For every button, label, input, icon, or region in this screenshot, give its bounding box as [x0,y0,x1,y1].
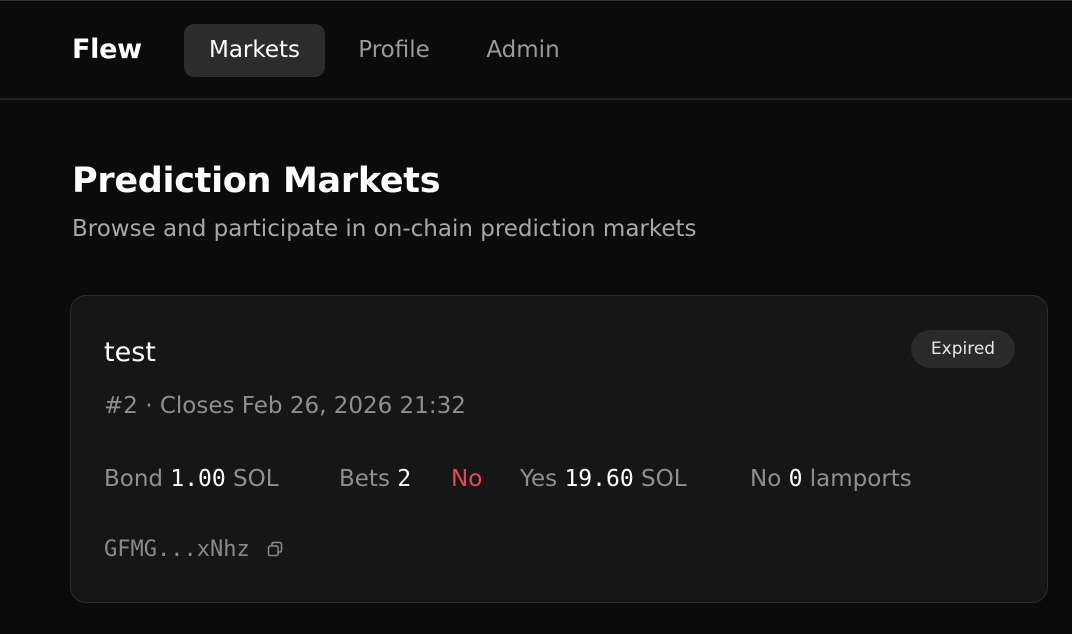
market-meta: #2 · Closes Feb 26, 2026 21:32 [104,393,466,419]
brand-logo[interactable]: Flew [72,31,142,69]
bond-label: Bond [104,466,164,492]
app-page: Flew Markets Profile Admin Prediction Ma… [0,0,1072,634]
stat-bets: Bets 2 [339,462,411,496]
no-unit: lamports [809,466,912,492]
copy-icon-glyph [267,541,283,557]
stat-bond: Bond 1.00 SOL [104,462,279,496]
nav-item-profile[interactable]: Profile [338,24,450,77]
market-title: test [104,337,156,368]
bets-value: 2 [397,466,412,492]
bets-label: Bets [339,466,390,492]
top-navbar: Flew Markets Profile Admin [0,1,1072,100]
bond-value: 1.00 [170,466,226,492]
page-title: Prediction Markets [72,161,441,201]
outcome-label: No [451,466,483,492]
bond-unit: SOL [233,466,279,492]
page-subtitle: Browse and participate in on-chain predi… [72,216,697,242]
copy-icon[interactable] [267,535,283,557]
market-address: GFMG...xNhz [104,537,250,562]
address-row: GFMG...xNhz [104,533,283,567]
yes-value: 19.60 [564,466,634,492]
no-label: No [750,466,782,492]
yes-label: Yes [520,466,558,492]
stat-yes: Yes 19.60 SOL [520,462,687,496]
nav-item-admin[interactable]: Admin [466,24,580,77]
nav-item-markets[interactable]: Markets [184,24,325,77]
no-value: 0 [788,466,803,492]
market-card[interactable]: test Expired #2 · Closes Feb 26, 2026 21… [70,295,1048,603]
status-badge: Expired [911,330,1015,368]
yes-unit: SOL [641,466,687,492]
stat-no: No 0 lamports [750,462,912,496]
